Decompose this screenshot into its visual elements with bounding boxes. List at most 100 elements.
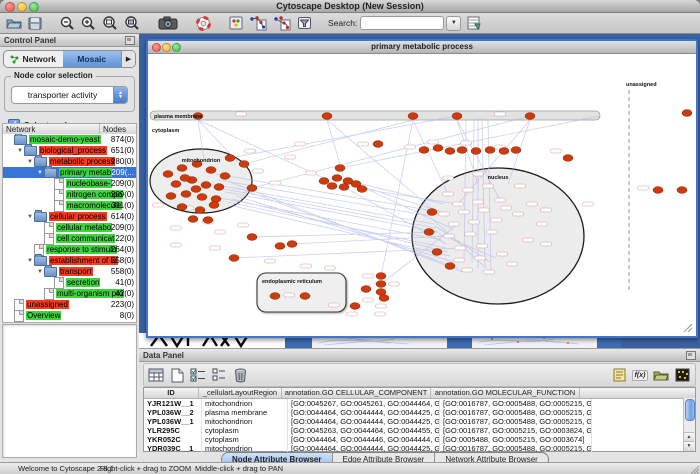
tree-item[interactable]: ▼transport558(0) [3,266,136,277]
formula-icon[interactable]: f(x) [631,366,649,384]
network-canvas[interactable]: plasma membrane cytoplasm mitochondrion … [148,54,692,334]
cytoscape-window: Cytoscape Desktop (New Session) [0,0,700,474]
control-panel-title: Control Panel [4,36,56,45]
tree-item-label: cellular process [49,212,107,221]
tree-item-count: 280(0) [111,157,134,166]
table-cell: YPL036W__2 [144,408,202,417]
tree-item[interactable]: nucleobase-209(0) [3,178,136,189]
attribute-list-icon[interactable] [210,366,228,384]
tree-item-count: 874(0) [111,135,134,144]
main-toolbar: Search: ▼ [0,13,700,34]
mitochondrion-label: mitochondrion [182,158,221,164]
tree-item[interactable]: ▼establishment of lo558(0) [3,255,136,266]
column-id[interactable]: ID [144,388,199,398]
table-cell: mitochondrion [202,399,288,408]
scrollbar-thumb[interactable] [685,399,695,421]
tree-item-count: 42(0) [115,289,134,298]
open-icon[interactable] [6,15,22,31]
tree-item-label: establishment of lo [49,256,118,265]
attribute-checklist-icon[interactable] [189,366,207,384]
tree-item[interactable]: ▼metabolic process280(0) [3,156,136,167]
tree-item[interactable]: cellular metabo209(0) [3,222,136,233]
table-row[interactable]: YPL036W__1mitochondrion[GO:0044464, GO:0… [144,417,695,426]
formula-label: f(x) [632,370,649,381]
expand-arrow-icon[interactable]: ▼ [36,170,44,176]
tree-item[interactable]: cell communicat22(0) [3,233,136,244]
tree-item[interactable]: response to stimulu264(0) [3,244,136,255]
title-bar[interactable]: Cytoscape Desktop (New Session) [0,0,700,13]
notes-icon[interactable] [610,366,628,384]
tree-item[interactable]: ▼cellular process614(0) [3,211,136,222]
vizmapper-icon[interactable] [229,15,243,31]
zoom-selected-icon[interactable] [124,15,140,31]
select-attributes-icon[interactable] [147,366,165,384]
expand-arrow-icon[interactable]: ▼ [16,148,24,154]
tree-item[interactable]: Overview8(0) [3,310,136,321]
search-options-icon[interactable]: ▼ [446,16,461,31]
expand-arrow-icon[interactable]: ▼ [26,159,34,165]
attribute-table-header: ID _cellularLayoutRegion annotation.GO C… [144,388,695,399]
search-input[interactable] [360,16,444,30]
tab-network-label: Network [22,54,56,64]
snapshot-icon[interactable] [158,15,178,31]
tab-overflow-arrow-icon[interactable]: ▶ [121,51,135,67]
resize-grip[interactable] [689,464,699,474]
float-panel-icon[interactable] [125,36,135,45]
import-folder-icon[interactable] [652,366,670,384]
tree-item[interactable]: mosaic-demo-yeast874(0) [3,134,136,145]
table-row[interactable]: YLR295Ccytoplasm[GO:0045263, GO:0044464,… [144,426,695,435]
tree-item-label: unassigned [26,300,69,309]
float-panel-icon[interactable] [686,351,696,360]
matrix-icon[interactable] [673,366,691,384]
expand-arrow-icon[interactable]: ▼ [36,269,44,275]
tree-item-count: 209(0) [111,179,134,188]
zoom-in-icon[interactable] [81,15,96,31]
table-cell: YJR121W__1 [144,399,202,408]
copy-view-icon[interactable] [249,15,267,31]
column-region[interactable]: _cellularLayoutRegion [199,388,282,398]
tab-mosaic[interactable]: Mosaic [63,51,122,67]
scroll-down-icon[interactable]: ▼ [684,441,694,451]
tree-item-count: 41(0) [115,278,134,287]
create-attribute-icon[interactable] [168,366,186,384]
node-color-selection-group: Node color selection transporter activit… [4,76,135,112]
table-cell: YPL036W__1 [144,417,202,426]
network-icon [10,55,19,64]
status-zoom-hint: Right-click + drag to ZOOM [100,464,191,473]
unassigned-label: unassigned [626,82,657,88]
column-molecular-function[interactable]: annotation.GO MOLECULAR_FUNCTION [431,388,580,398]
expand-arrow-icon[interactable]: ▼ [26,258,34,264]
tree-item[interactable]: secretion41(0) [3,277,136,288]
table-row[interactable]: YPL036W__2plasma membrane[GO:0044464, GO… [144,408,695,417]
table-scrollbar[interactable]: ▲ ▼ [683,398,695,451]
control-panel: Control Panel Network Mosaic ▶ Node colo… [0,34,140,462]
import-table-icon[interactable] [467,15,481,31]
tab-network[interactable]: Network [4,51,63,67]
table-row[interactable]: YJR121W__1mitochondrion[GO:0045267, GO:0… [144,399,695,408]
tree-item[interactable]: multi-organism pro42(0) [3,288,136,299]
tree-item[interactable]: nitrogen compo209(0) [3,189,136,200]
column-cellular-component[interactable]: annotation.GO CELLULAR_COMPONENT [282,388,431,398]
tree-item[interactable]: unassigned223(0) [3,299,136,310]
paste-view-icon[interactable] [273,15,291,31]
help-icon[interactable] [196,15,211,31]
zoom-fit-icon[interactable] [102,15,118,31]
node-color-dropdown[interactable]: transporter activity ▲▼ [11,86,128,104]
birds-eye-view[interactable] [2,324,137,458]
dropdown-stepper-icon: ▲▼ [113,87,127,103]
status-bar: Welcome to Cytoscape 2.8.1 Right-click +… [0,462,700,474]
annotation-icon[interactable] [297,15,312,31]
zoom-out-icon[interactable] [60,15,75,31]
tree-item[interactable]: macromolecule311(0) [3,200,136,211]
network-view-titlebar[interactable]: primary metabolic process [148,41,696,54]
table-cell: [GO:0044464, GO:0044444, GO:0044425, G..… [288,408,440,417]
folder-icon [44,267,57,277]
tree-item[interactable]: ▼biological_process651(0) [3,145,136,156]
tree-item-count: 8(0) [120,311,134,320]
delete-attribute-icon[interactable] [231,366,249,384]
tree-item[interactable]: ▼primary metab209(... [3,167,136,178]
tree-item-label: response to stimulu [46,245,117,254]
expand-arrow-icon[interactable]: ▼ [26,214,34,220]
save-icon[interactable] [28,15,42,31]
table-row[interactable]: YKR052Ccytoplasm[GO:0044464, GO:0044446,… [144,435,695,444]
